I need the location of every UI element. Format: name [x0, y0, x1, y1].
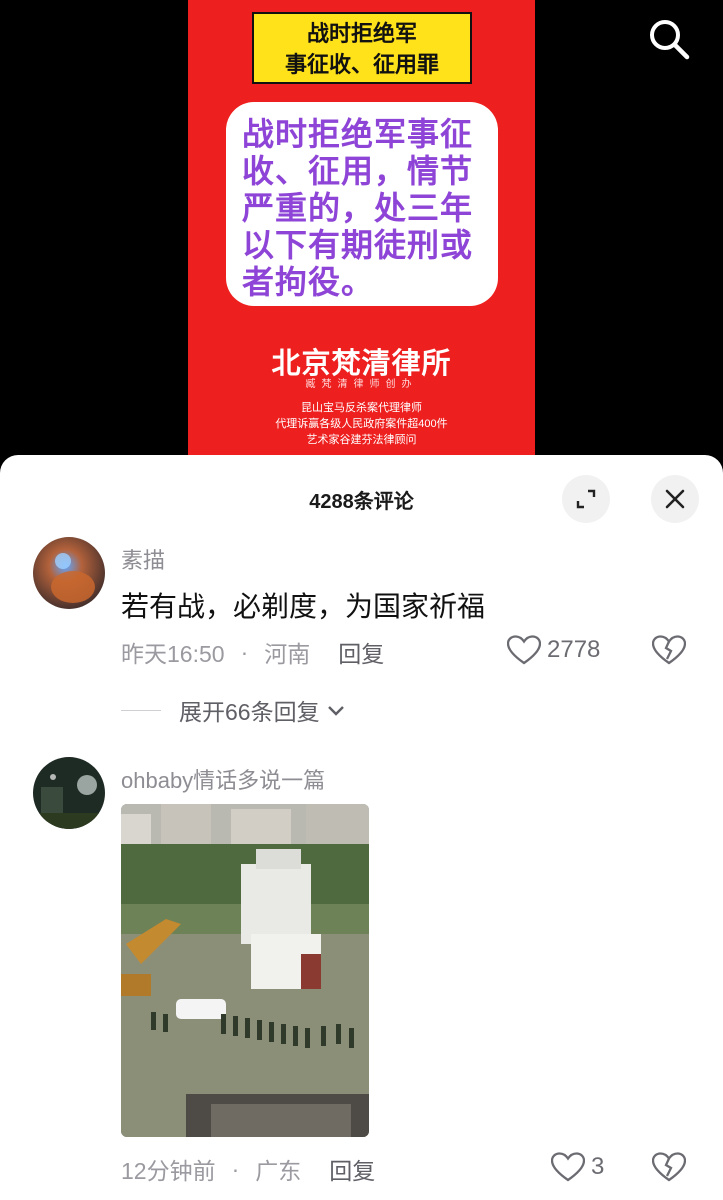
like-count: 2778 [547, 636, 601, 663]
comment-location: 河南 [264, 641, 311, 667]
video-area[interactable]: 战时拒绝军 事征收、征用罪 战时拒绝军事征收、征用，情节严重的，处三年以下有期徒… [0, 0, 723, 470]
comment-location: 广东 [255, 1158, 302, 1184]
comment-photo [121, 804, 369, 1137]
comment-meta: 昨天16:50 · 河南 回复 [121, 635, 384, 669]
poster-info-line: 艺术家谷建芬法律顾问 [306, 434, 417, 446]
reply-button[interactable]: 回复 [338, 635, 384, 669]
comment-username[interactable]: ohbaby情话多说一篇 [121, 763, 325, 795]
poster-banner: 战时拒绝军 事征收、征用罪 [252, 12, 472, 84]
avatar-image [33, 757, 105, 829]
comment-time: 12分钟前 [121, 1158, 216, 1184]
poster-banner-line2: 事征收、征用罪 [284, 52, 439, 77]
video-poster: 战时拒绝军 事征收、征用罪 战时拒绝军事征收、征用，情节严重的，处三年以下有期徒… [188, 0, 535, 470]
broken-heart-icon [651, 635, 687, 665]
broken-heart-icon [651, 1152, 687, 1182]
comment-time: 昨天16:50 [121, 641, 225, 667]
poster-banner-line1: 战时拒绝军 [306, 21, 417, 46]
meta-separator: · [231, 1155, 240, 1182]
search-icon [650, 20, 690, 60]
dislike-button[interactable] [651, 635, 687, 670]
avatar[interactable] [33, 757, 105, 829]
like-button[interactable]: 2778 [507, 635, 600, 665]
search-button[interactable] [646, 16, 692, 62]
like-count: 3 [591, 1153, 605, 1180]
poster-info-line: 昆山宝马反杀案代理律师 [301, 402, 422, 414]
poster-info-line: 代理诉赢各级人民政府案件超400件 [275, 418, 448, 430]
avatar-image [33, 537, 105, 609]
comment-sheet: 4288条评论 素描 若有战，必剃度，为国家祈福 昨天16:50 · 河南 回复… [0, 455, 723, 1200]
heart-icon [551, 1152, 585, 1182]
expand-icon [576, 489, 596, 509]
comment-text: 若有战，必剃度，为国家祈福 [121, 591, 486, 622]
poster-info-lines: 昆山宝马反杀案代理律师 代理诉赢各级人民政府案件超400件 艺术家谷建芬法律顾问 [188, 400, 535, 448]
poster-firm-subtitle: 臧梵清律师创办 [305, 379, 418, 390]
divider [121, 709, 161, 711]
chevron-down-icon [327, 706, 344, 716]
reply-button[interactable]: 回复 [329, 1152, 375, 1186]
comment-count-title: 4288条评论 [309, 491, 414, 513]
close-button[interactable] [651, 475, 699, 523]
avatar[interactable] [33, 537, 105, 609]
comment-username[interactable]: 素描 [121, 543, 165, 575]
expand-replies-label: 展开66条回复 [179, 699, 320, 725]
poster-card-text: 战时拒绝军事征收、征用，情节严重的，处三年以下有期徒刑或者拘役。 [226, 102, 498, 306]
expand-sheet-button[interactable] [562, 475, 610, 523]
meta-separator: · [240, 638, 249, 665]
expand-replies-button[interactable]: 展开66条回复 [121, 693, 348, 727]
comment-image[interactable] [121, 804, 369, 1137]
close-icon [665, 489, 685, 509]
heart-icon [507, 635, 541, 665]
comment-meta: 12分钟前 · 广东 回复 [121, 1152, 375, 1186]
dislike-button[interactable] [651, 1152, 687, 1187]
like-button[interactable]: 3 [551, 1152, 604, 1182]
